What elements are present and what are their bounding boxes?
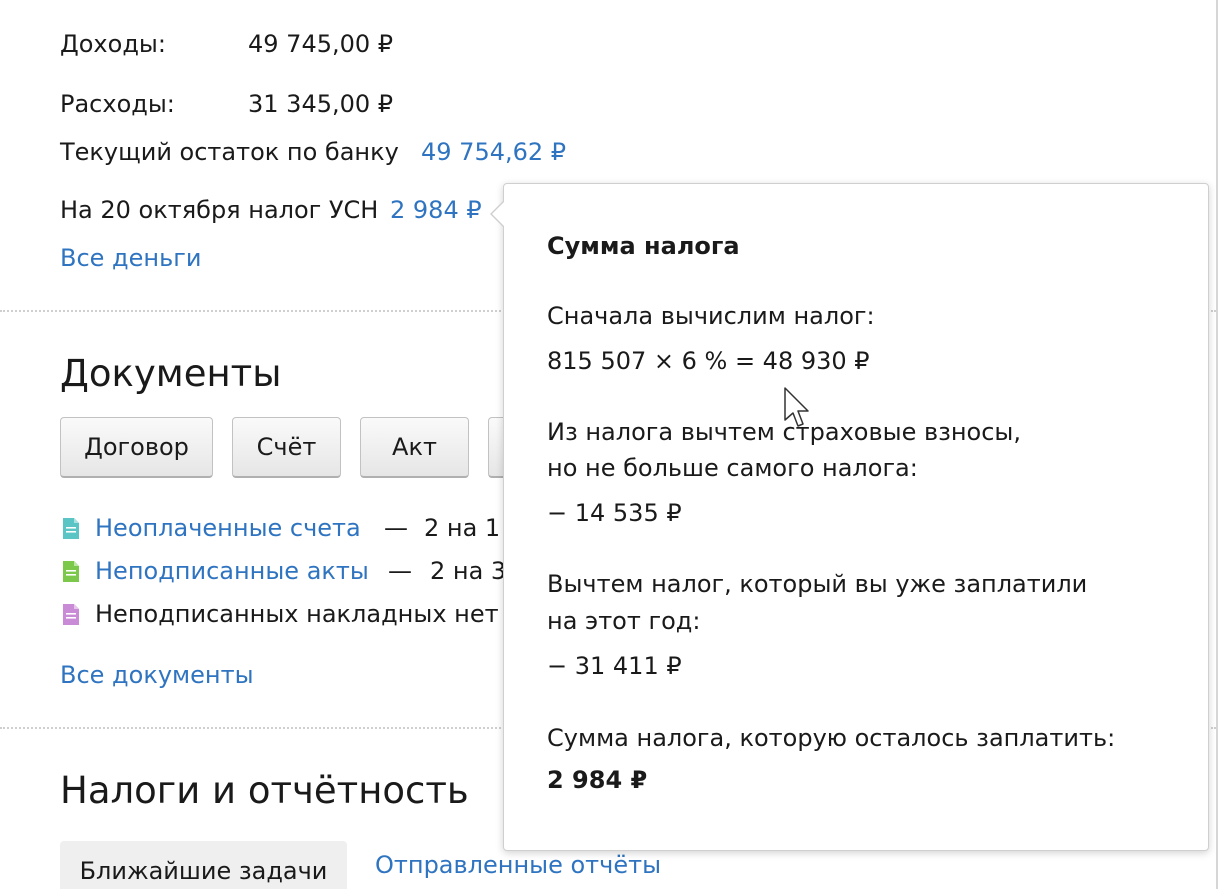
expense-label: Расходы:: [60, 90, 175, 118]
unsigned-acts-link[interactable]: Неподписанные акты: [95, 557, 369, 585]
act-button[interactable]: Акт: [360, 417, 469, 478]
expense-value: 31 345,00 ₽: [248, 90, 394, 118]
no-unsigned-waybills-text: Неподписанных накладных нет: [95, 600, 499, 628]
tax-breakdown-popover: Сумма налога Сначала вычислим налог: 815…: [503, 183, 1209, 851]
tax-due-link[interactable]: 2 984 ₽: [390, 196, 482, 224]
step1-label: Сначала вычислим налог:: [547, 302, 875, 330]
step3-value: − 31 411 ₽: [547, 652, 682, 680]
result-value: 2 984 ₽: [547, 766, 648, 794]
unsigned-acts-count: 2 на 3: [430, 557, 507, 585]
tax-due-label: На 20 октября налог УСН: [60, 196, 379, 224]
contract-button[interactable]: Договор: [60, 417, 213, 478]
unpaid-invoices-link[interactable]: Неоплаченные счета: [95, 514, 361, 542]
bank-balance-label: Текущий остаток по банку: [60, 138, 399, 166]
step3-line1: Вычтем налог, который вы уже заплатили: [547, 570, 1088, 598]
step1-formula: 815 507 × 6 % = 48 930 ₽: [547, 347, 870, 375]
page: Доходы: 49 745,00 ₽ Расходы: 31 345,00 ₽…: [0, 0, 1222, 889]
tab-upcoming-tasks[interactable]: Ближайшие задачи: [60, 841, 347, 889]
income-value: 49 745,00 ₽: [248, 30, 394, 58]
tab-sent-reports[interactable]: Отправленные отчёты: [375, 851, 661, 879]
document-green-icon: [63, 561, 79, 582]
popover-title: Сумма налога: [547, 232, 740, 260]
step2-value: − 14 535 ₽: [547, 499, 682, 527]
document-purple-icon: [63, 604, 79, 625]
unpaid-invoices-count: 2 на 1: [424, 514, 501, 542]
taxes-heading: Налоги и отчётность: [60, 769, 469, 812]
unsigned-acts-dash: —: [388, 557, 412, 585]
page-right-border: [1216, 0, 1218, 889]
documents-heading: Документы: [60, 352, 282, 395]
document-teal-icon: [63, 518, 79, 539]
mouse-pointer-icon: [784, 387, 809, 427]
step3-line2: на этот год:: [547, 607, 701, 635]
invoice-button[interactable]: Счёт: [232, 417, 341, 478]
all-documents-link[interactable]: Все документы: [60, 661, 254, 689]
bank-balance-link[interactable]: 49 754,62 ₽: [421, 138, 566, 166]
unpaid-invoices-dash: —: [384, 514, 408, 542]
income-label: Доходы:: [60, 30, 166, 58]
step2-line2: но не больше самого налога:: [547, 454, 918, 482]
all-money-link[interactable]: Все деньги: [60, 244, 201, 272]
result-label: Сумма налога, которую осталось заплатить…: [547, 724, 1116, 752]
